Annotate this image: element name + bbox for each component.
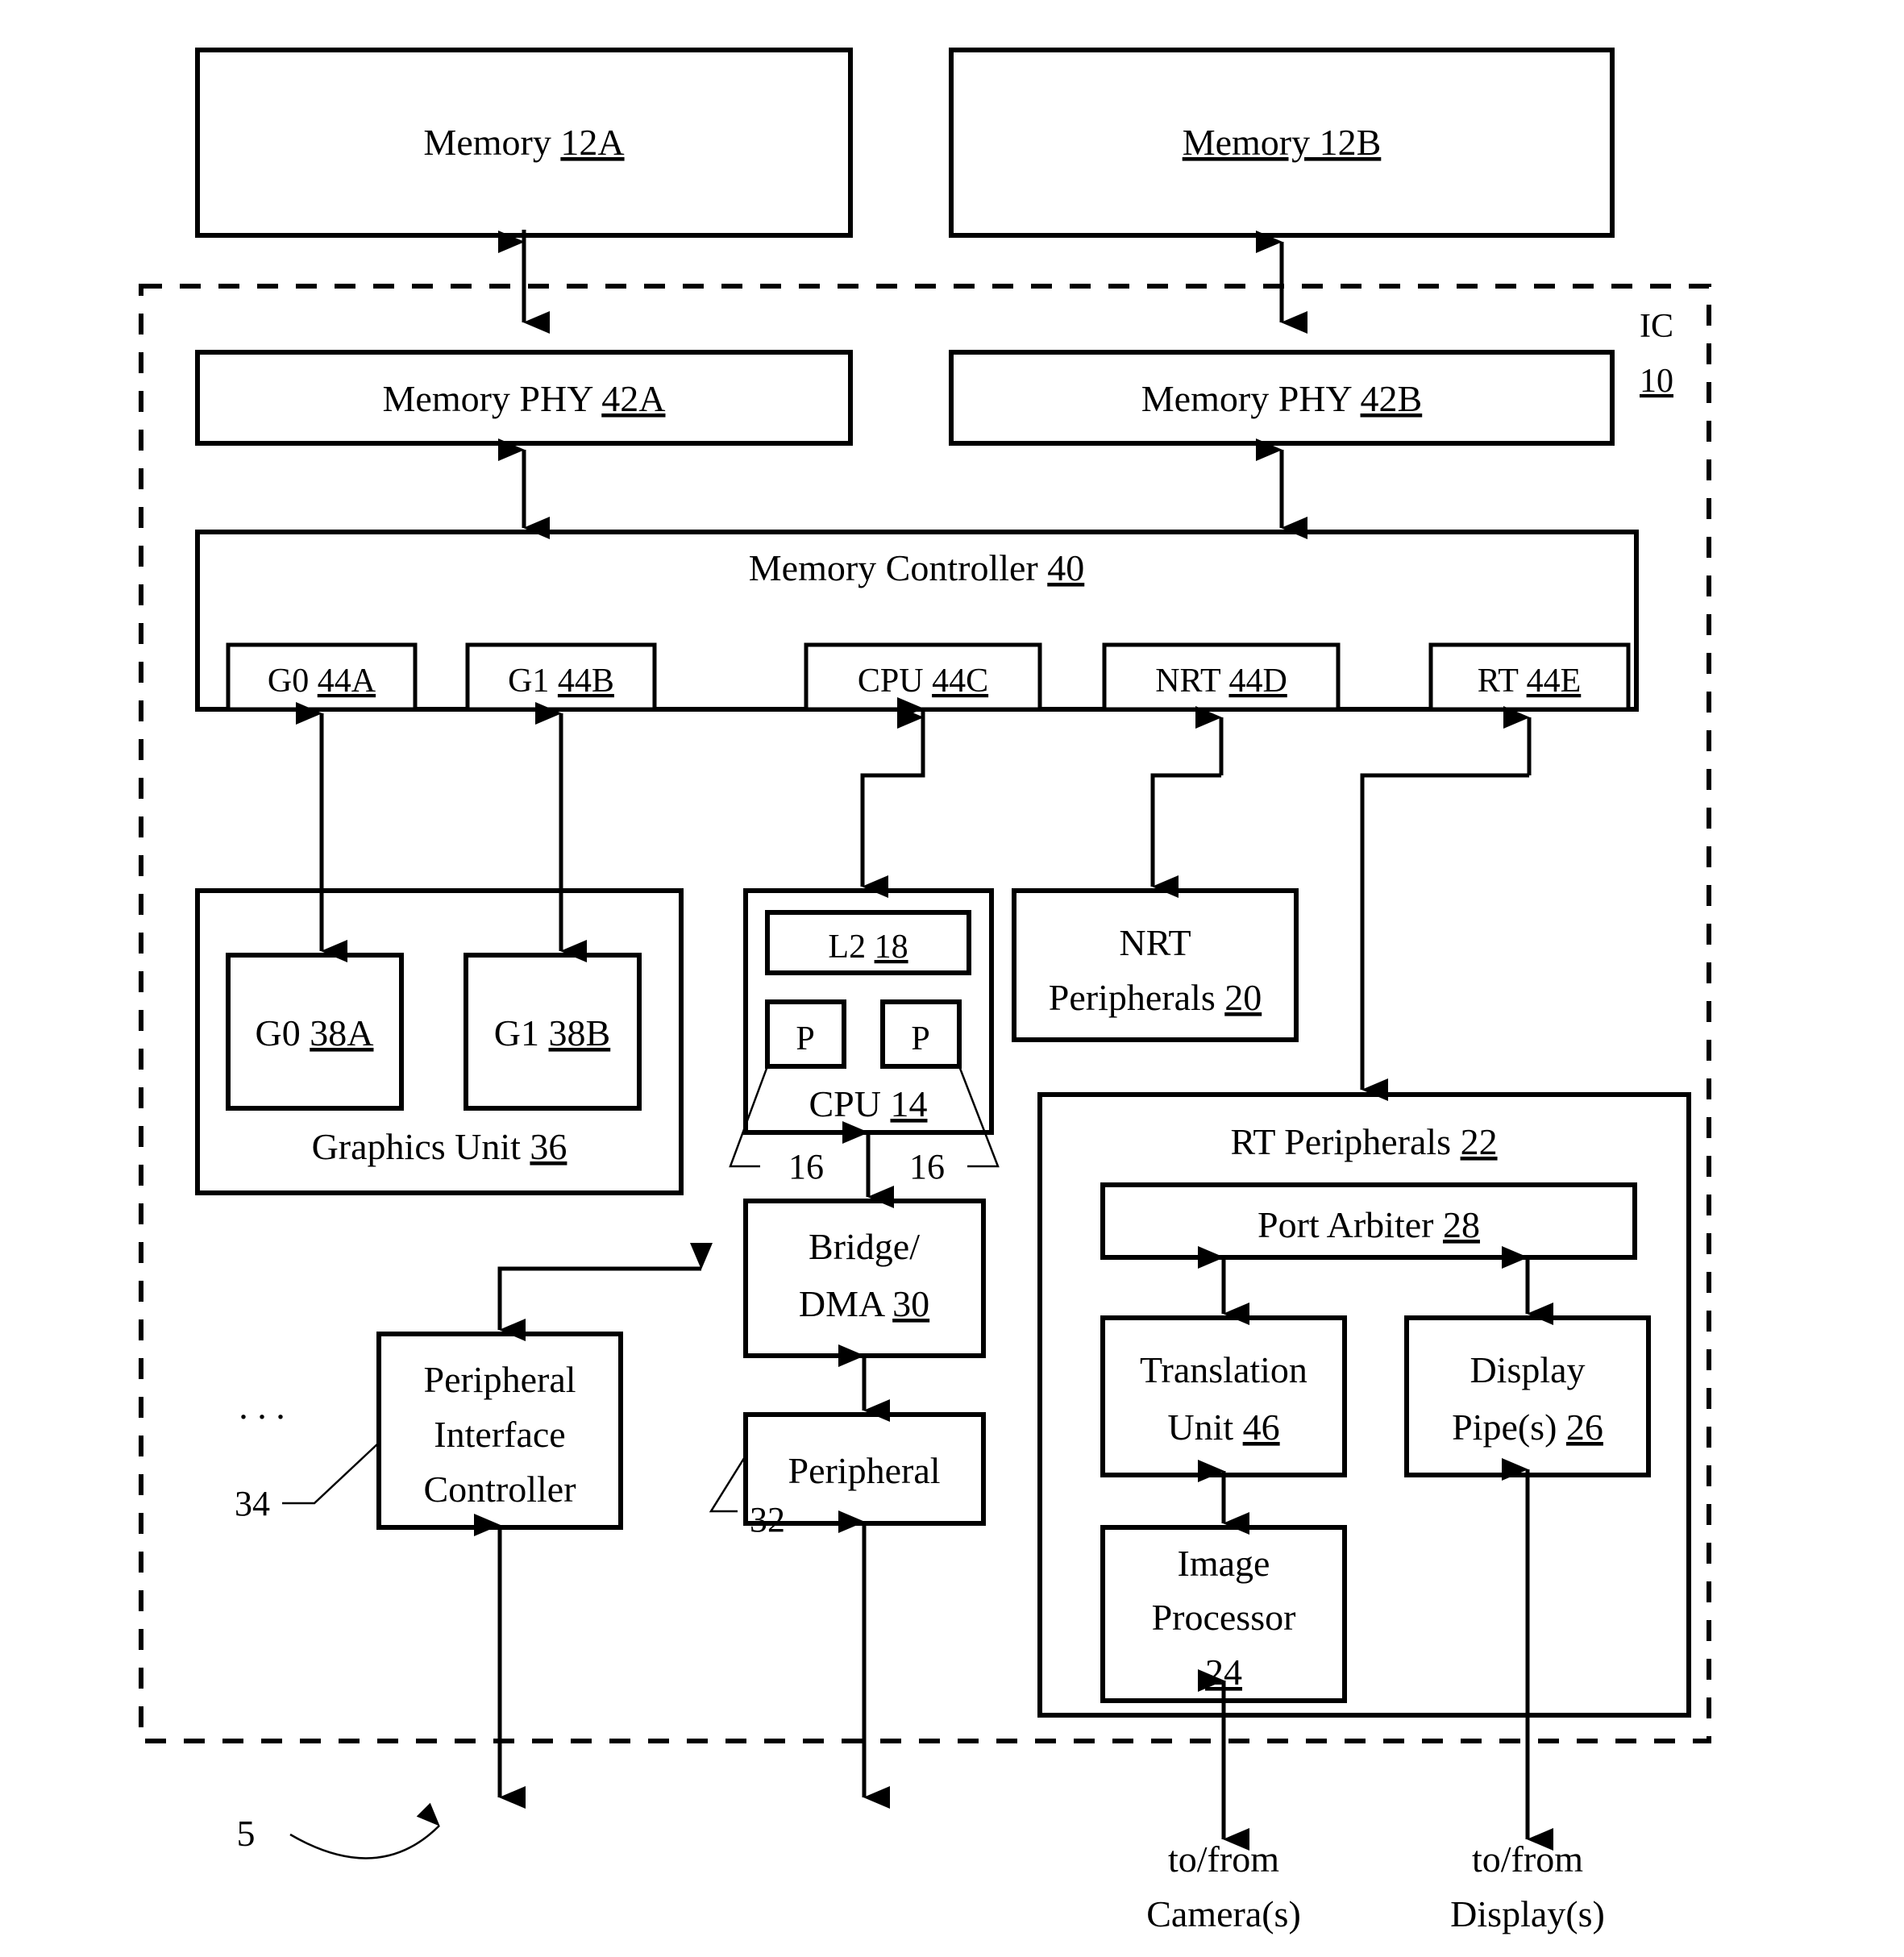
figure-ref-leader: [289, 1802, 440, 1859]
memory-phy-42b-text: Memory PHY: [1141, 378, 1361, 419]
memory-phy-42a-ref: 42A: [601, 378, 665, 419]
memory-12a-label: Memory 12A: [423, 122, 624, 163]
display-external-label: to/from Display(s): [1450, 1839, 1605, 1934]
rt-peripherals-label: RT Peripherals 22: [1230, 1121, 1497, 1162]
translation-unit-box: [1100, 1315, 1347, 1477]
pic-ref-leader: [282, 1442, 380, 1505]
display-pipes-box: [1404, 1315, 1651, 1477]
arrow-pic-bridge: [497, 1243, 713, 1341]
cpu-core-ref-right: 16: [909, 1147, 945, 1186]
memory-controller-ref: 40: [1047, 547, 1084, 588]
ellipsis-label: . . .: [239, 1386, 285, 1427]
bridge-dma-box: [743, 1199, 986, 1358]
nrt-peripherals-line1: NRT: [1119, 922, 1191, 963]
ic-label-line1: IC: [1640, 308, 1673, 345]
translation-unit-line1: Translation: [1140, 1349, 1307, 1390]
image-processor-line1: Image: [1178, 1543, 1270, 1584]
peripheral-ref-leader: [709, 1455, 747, 1513]
p-core-right-label: P: [911, 1020, 929, 1057]
figure-canvas: IC 10 Memory 12A Memory 12B Memory PHY 4…: [0, 0, 1904, 1957]
pic-line1: Peripheral: [423, 1359, 576, 1400]
bridge-dma-line1: Bridge/: [809, 1226, 920, 1267]
memory-12a-text: Memory: [423, 122, 560, 163]
memory-phy-42a-text: Memory PHY: [383, 378, 602, 419]
memory-phy-42b-ref: 42B: [1361, 378, 1423, 419]
memory-12b-label: Memory 12B: [1183, 122, 1382, 163]
display-pipes-line2: Pipe(s) 26: [1452, 1406, 1603, 1448]
ic-label-line2: 10: [1640, 363, 1673, 400]
port-arbiter-label: Port Arbiter 28: [1258, 1204, 1480, 1245]
g1-38b-label: G1 38B: [494, 1012, 610, 1053]
port-cpu-44c-label: CPU 44C: [858, 663, 988, 700]
cpu-core-ref-left: 16: [788, 1147, 824, 1186]
camera-label-line1: to/from: [1168, 1839, 1279, 1880]
arrow-port44d-nrt: [1150, 706, 1224, 898]
port-rt-44e-label: RT 44E: [1478, 663, 1582, 700]
arrow-port44c-cpu: [860, 697, 925, 898]
pic-ref: 34: [235, 1484, 270, 1523]
ic-boundary-label: IC 10: [1640, 308, 1673, 400]
p-core-left-label: P: [796, 1020, 814, 1057]
bridge-dma-line2: DMA 30: [799, 1283, 929, 1324]
g0-38a-label: G0 38A: [256, 1012, 374, 1053]
l2-18-label: L2 18: [828, 929, 908, 966]
translation-unit-line2: Unit 46: [1167, 1406, 1279, 1448]
port-g1-44b-label: G1 44B: [508, 663, 614, 700]
pic-line3: Controller: [423, 1469, 576, 1510]
camera-external-label: to/from Camera(s): [1146, 1839, 1301, 1934]
arrow-port44e-rt: [1360, 706, 1532, 1101]
graphics-unit-label: Graphics Unit 36: [312, 1126, 567, 1167]
memory-phy-42a-label: Memory PHY 42A: [383, 378, 666, 419]
memory-controller-label: Memory Controller 40: [749, 547, 1085, 588]
memory-phy-42b-label: Memory PHY 42B: [1141, 378, 1422, 419]
memory-controller-text: Memory Controller: [749, 547, 1048, 588]
camera-label-line2: Camera(s): [1146, 1893, 1301, 1934]
block-diagram-svg: IC 10 Memory 12A Memory 12B Memory PHY 4…: [139, 48, 1711, 1934]
peripheral-ref: 32: [750, 1500, 785, 1539]
image-processor-line2: Processor: [1152, 1597, 1296, 1638]
memory-12a-ref: 12A: [560, 122, 624, 163]
cpu-14-label: CPU 14: [809, 1083, 928, 1124]
port-g0-44a-label: G0 44A: [268, 663, 376, 700]
display-label-line2: Display(s): [1450, 1893, 1605, 1934]
display-label-line1: to/from: [1472, 1839, 1583, 1880]
display-pipes-line1: Display: [1470, 1349, 1585, 1390]
figure-ref-5: 5: [237, 1813, 256, 1854]
peripheral-label: Peripheral: [788, 1450, 940, 1491]
pic-line2: Interface: [434, 1414, 565, 1455]
nrt-peripherals-line2: Peripherals 20: [1049, 977, 1262, 1018]
port-nrt-44d-label: NRT 44D: [1155, 663, 1287, 700]
